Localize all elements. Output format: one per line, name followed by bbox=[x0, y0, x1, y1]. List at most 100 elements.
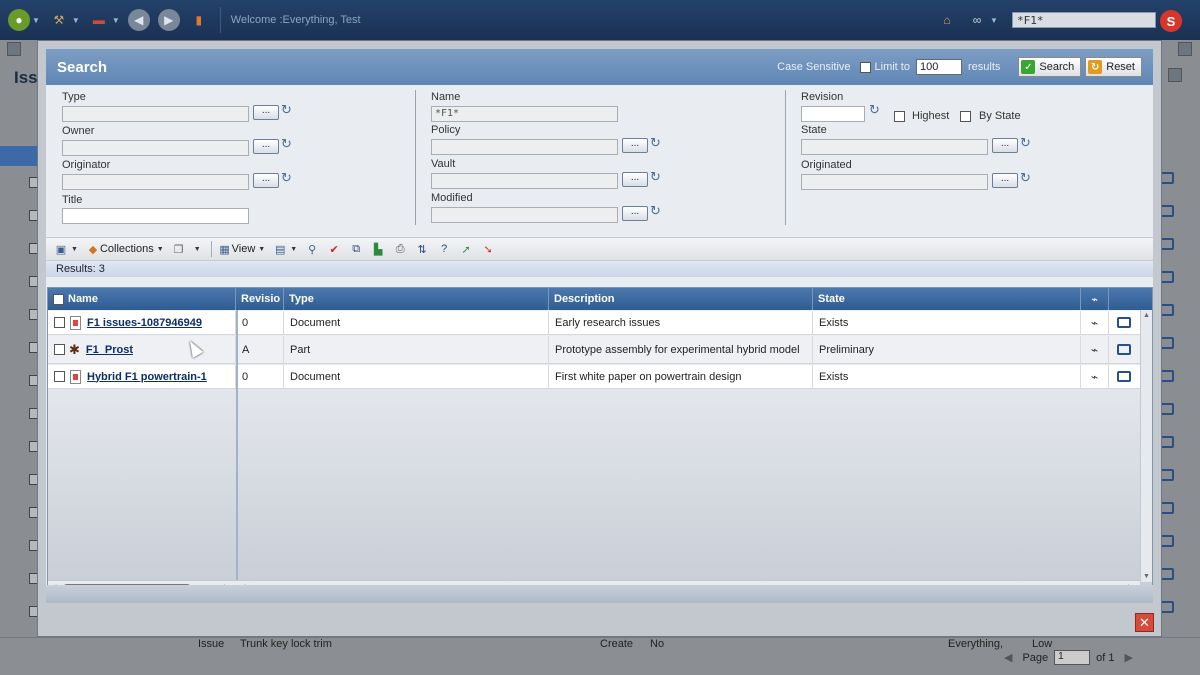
revision-clear-icon[interactable]: ↻ bbox=[869, 103, 881, 116]
forward-icon[interactable]: ▶ bbox=[157, 9, 180, 31]
attachment-cell[interactable]: ⌁ bbox=[1081, 365, 1109, 388]
open-window-cell[interactable] bbox=[1109, 336, 1139, 363]
attachment-cell[interactable]: ⌁ bbox=[1081, 311, 1109, 334]
open-window-cell[interactable] bbox=[1109, 311, 1139, 334]
background-row-owner: Everything, bbox=[948, 638, 1004, 650]
tools-icon[interactable]: ⚒ bbox=[48, 9, 70, 31]
state-field[interactable] bbox=[801, 139, 988, 155]
view-menu[interactable]: ▦ View ▼ bbox=[218, 242, 265, 256]
logout-icon[interactable]: ▮ bbox=[188, 9, 210, 31]
originated-field[interactable] bbox=[801, 174, 988, 190]
attachment-cell[interactable]: ⌁ bbox=[1081, 336, 1109, 363]
originated-chooser-button[interactable]: ... bbox=[992, 173, 1018, 188]
column-header-actions bbox=[1109, 288, 1139, 310]
export-button[interactable]: ▙ bbox=[371, 242, 385, 256]
search-title: Search bbox=[57, 58, 108, 76]
limit-input[interactable]: 100 bbox=[915, 59, 962, 75]
building-icon[interactable]: ⌂ bbox=[936, 9, 958, 31]
collections-menu[interactable]: ◆ Collections ▼ bbox=[86, 242, 164, 256]
vault-chooser-button[interactable]: ... bbox=[622, 172, 648, 187]
owner-clear-icon[interactable]: ↻ bbox=[281, 137, 293, 150]
back-icon[interactable]: ◀ bbox=[127, 9, 150, 31]
scroll-up-icon[interactable]: ▲ bbox=[1143, 312, 1150, 319]
pager-next-icon[interactable]: ▶ bbox=[1125, 651, 1133, 664]
name-field[interactable]: *F1* bbox=[431, 106, 618, 122]
type-clear-icon[interactable]: ↻ bbox=[281, 103, 293, 116]
table-row[interactable]: ✱ F1_Prost A Part Prototype assembly for … bbox=[48, 336, 1148, 364]
modified-clear-icon[interactable]: ↻ bbox=[650, 204, 662, 217]
promote-button[interactable]: ➚ bbox=[459, 242, 473, 256]
background-window-icon bbox=[1160, 337, 1174, 349]
column-header-attachments[interactable]: ⌁ bbox=[1081, 288, 1109, 310]
column-header-name[interactable]: Name bbox=[48, 288, 236, 310]
object-name-link[interactable]: F1_Prost bbox=[86, 344, 133, 356]
table-row[interactable]: Hybrid F1 powertrain-1 0 Document First … bbox=[48, 365, 1148, 389]
help-icon: ? bbox=[441, 243, 448, 255]
scroll-down-icon[interactable]: ▼ bbox=[1143, 573, 1150, 580]
chevron-down-icon[interactable]: ▼ bbox=[32, 16, 40, 25]
owner-field[interactable] bbox=[62, 140, 249, 156]
reset-button[interactable]: ↻ Reset bbox=[1085, 57, 1142, 77]
sort-button[interactable]: ⇅ bbox=[415, 242, 429, 256]
calendar-menu[interactable]: ▤ ▼ bbox=[273, 242, 297, 256]
background-scroll-right-icon bbox=[1178, 42, 1192, 56]
limit-checkbox[interactable] bbox=[859, 61, 871, 73]
policy-field[interactable] bbox=[431, 139, 618, 155]
title-field[interactable] bbox=[62, 208, 249, 224]
originator-chooser-button[interactable]: ... bbox=[253, 173, 279, 188]
pager-prev-icon[interactable]: ◀ bbox=[1004, 651, 1012, 664]
owner-label: Owner bbox=[62, 125, 95, 137]
originated-clear-icon[interactable]: ↻ bbox=[1020, 171, 1032, 184]
column-header-description[interactable]: Description bbox=[549, 288, 813, 310]
policy-clear-icon[interactable]: ↻ bbox=[650, 136, 662, 149]
home-globe-icon[interactable]: ● bbox=[8, 9, 30, 31]
search-button[interactable]: ✓ Search bbox=[1018, 57, 1082, 77]
toolbox-icon[interactable]: ▬ bbox=[88, 9, 110, 31]
type-chooser-button[interactable]: ... bbox=[253, 105, 279, 120]
row-checkbox[interactable] bbox=[54, 371, 65, 382]
state-clear-icon[interactable]: ↻ bbox=[1020, 136, 1032, 149]
chevron-down-icon[interactable]: ▼ bbox=[112, 16, 120, 25]
revision-field[interactable] bbox=[801, 106, 865, 122]
page-select[interactable]: 1 bbox=[1054, 650, 1091, 665]
state-chooser-button[interactable]: ... bbox=[992, 138, 1018, 153]
row-checkbox[interactable] bbox=[54, 344, 65, 355]
by-state-checkbox[interactable] bbox=[960, 111, 971, 122]
compare-button[interactable]: ⧉ bbox=[349, 242, 363, 256]
vault-field[interactable] bbox=[431, 173, 618, 189]
copy-menu[interactable]: ❐ ▼ bbox=[172, 242, 201, 256]
name-cell: ✱ F1_Prost bbox=[48, 336, 236, 363]
object-name-link[interactable]: F1 issues-1087946949 bbox=[87, 317, 202, 329]
modified-chooser-button[interactable]: ... bbox=[622, 206, 648, 221]
object-name-link[interactable]: Hybrid F1 powertrain-1 bbox=[87, 371, 207, 383]
select-all-checkbox[interactable] bbox=[53, 293, 64, 305]
originator-clear-icon[interactable]: ↻ bbox=[281, 171, 293, 184]
highest-checkbox[interactable] bbox=[894, 111, 905, 122]
column-header-state[interactable]: State bbox=[813, 288, 1081, 310]
select-all-button[interactable]: ✔ bbox=[327, 242, 341, 256]
results-toolbar: ▣ ▼ ◆ Collections ▼ ❐ ▼ ▦ View ▼ ▤ ▼ ⚲ ✔ ⧉ ▙ ⎙ … bbox=[46, 237, 1153, 261]
chevron-down-icon[interactable]: ▼ bbox=[72, 16, 80, 25]
print-button[interactable]: ⎙ bbox=[393, 242, 407, 256]
column-header-revision[interactable]: Revisio bbox=[236, 288, 284, 310]
type-field[interactable] bbox=[62, 106, 249, 122]
table-row[interactable]: F1 issues-1087946949 0 Document Early re… bbox=[48, 311, 1148, 335]
help-button[interactable]: ? bbox=[437, 242, 451, 256]
policy-chooser-button[interactable]: ... bbox=[622, 138, 648, 153]
owner-chooser-button[interactable]: ... bbox=[253, 139, 279, 154]
binoculars-icon[interactable]: ∞ bbox=[966, 9, 988, 31]
open-window-cell[interactable] bbox=[1109, 365, 1139, 388]
vault-clear-icon[interactable]: ↻ bbox=[650, 170, 662, 183]
modified-field[interactable] bbox=[431, 207, 618, 223]
actions-menu[interactable]: ▣ ▼ bbox=[54, 242, 78, 256]
modified-label: Modified bbox=[431, 192, 473, 204]
column-header-type[interactable]: Type bbox=[284, 288, 549, 310]
row-checkbox[interactable] bbox=[54, 317, 65, 328]
vertical-scrollbar[interactable]: ▲ ▼ bbox=[1140, 310, 1152, 582]
filter-button[interactable]: ⚲ bbox=[305, 242, 319, 256]
global-search-input[interactable]: *F1* bbox=[1012, 12, 1156, 28]
close-dialog-button[interactable]: ✕ bbox=[1135, 613, 1154, 632]
demote-button[interactable]: ➘ bbox=[481, 242, 495, 256]
originator-field[interactable] bbox=[62, 174, 249, 190]
chevron-down-icon[interactable]: ▼ bbox=[990, 16, 998, 25]
